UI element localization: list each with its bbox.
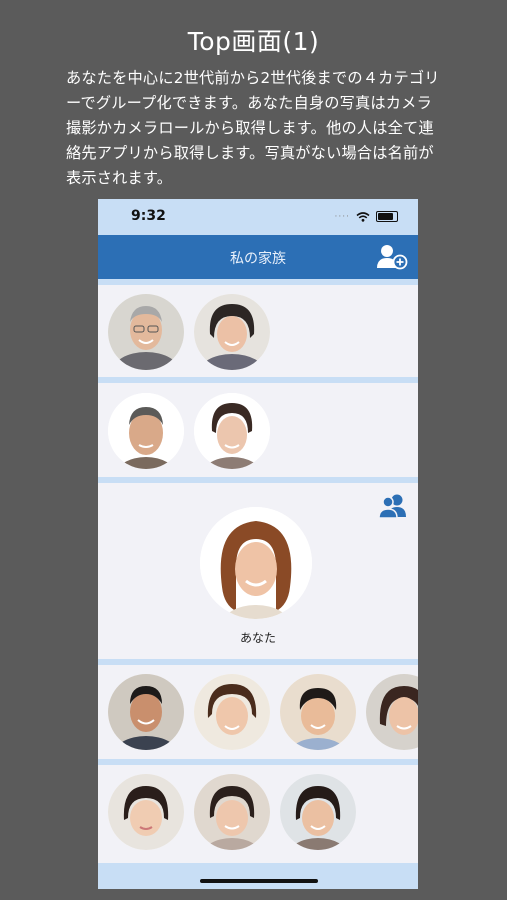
battery-icon bbox=[376, 211, 398, 222]
nav-bar: 私の家族 bbox=[98, 235, 418, 279]
avatar-father[interactable] bbox=[108, 393, 184, 469]
avatar-grandchild-3[interactable] bbox=[280, 774, 356, 850]
wifi-icon bbox=[356, 211, 370, 222]
status-bar: 9:32 ···· bbox=[98, 199, 418, 235]
avatar-grandchild-1[interactable] bbox=[108, 774, 184, 850]
children-row bbox=[98, 665, 418, 759]
avatar-child-4[interactable] bbox=[366, 674, 418, 750]
status-time: 9:32 bbox=[131, 208, 166, 224]
page-title: Top画面(1) bbox=[187, 27, 320, 56]
group-icon[interactable] bbox=[378, 493, 408, 519]
avatar-grandchild-2[interactable] bbox=[194, 774, 270, 850]
parents-row bbox=[98, 383, 418, 477]
avatar-self[interactable] bbox=[200, 507, 312, 619]
add-person-icon[interactable] bbox=[376, 243, 408, 271]
page-description: あなたを中心に2世代前から2世代後までの４カテゴリーでグループ化できます。あなた… bbox=[66, 69, 440, 187]
avatar-child-3[interactable] bbox=[280, 674, 356, 750]
self-label: あなた bbox=[239, 631, 276, 645]
home-indicator[interactable] bbox=[200, 879, 318, 883]
avatar-mother[interactable] bbox=[194, 393, 270, 469]
avatar-child-2[interactable] bbox=[194, 674, 270, 750]
nav-title: 私の家族 bbox=[230, 251, 286, 267]
bottom-band bbox=[98, 863, 418, 889]
avatar-grandfather-1[interactable] bbox=[108, 294, 184, 370]
phone-screen: 9:32 ···· 私の家族 あなた bbox=[98, 199, 418, 889]
signal-icon: ···· bbox=[334, 211, 350, 222]
avatar-child-1[interactable] bbox=[108, 674, 184, 750]
self-row: あなた bbox=[98, 483, 418, 659]
grandchildren-row bbox=[98, 765, 418, 859]
grandparents-row bbox=[98, 285, 418, 377]
status-icons: ···· bbox=[335, 211, 398, 222]
avatar-grandmother-1[interactable] bbox=[194, 294, 270, 370]
